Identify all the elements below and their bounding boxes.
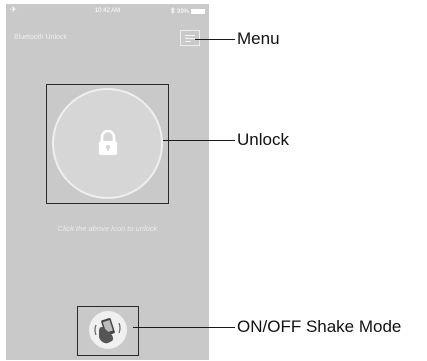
battery-icon [191,9,205,14]
shake-mode-toggle-button[interactable] [89,311,127,349]
status-right: 99% [170,6,205,16]
status-bar: ✈ 10:42 AM 99% [6,4,209,18]
shake-callout-label: ON/OFF Shake Mode [237,317,402,336]
hamburger-menu-icon[interactable] [180,30,200,46]
unlock-highlight-frame [46,84,169,204]
menu-callout-line [195,39,235,40]
unlock-callout-line [163,140,235,141]
battery-fill [192,10,204,13]
app-title: Bluetooth Unlock [14,34,67,41]
menu-line [185,38,195,39]
unlock-button[interactable] [52,88,163,199]
phone-screen: ✈ 10:42 AM 99% Bluetooth Unlock Click th… [6,4,209,360]
hand-shaking-phone-icon [94,318,121,344]
shake-callout-line [133,327,235,328]
unlock-callout-label: Unlock [237,130,289,149]
shake-mode-highlight-frame [77,306,139,356]
bluetooth-icon [170,6,175,16]
unlock-hint-text: Click the above Icon to unlock [57,224,158,233]
menu-line [185,35,195,36]
menu-line [185,41,191,42]
padlock-icon [99,130,117,155]
menu-callout-label: Menu [237,29,280,48]
battery-percent: 99% [176,8,189,15]
page: ✈ 10:42 AM 99% Bluetooth Unlock Click th… [0,0,427,361]
